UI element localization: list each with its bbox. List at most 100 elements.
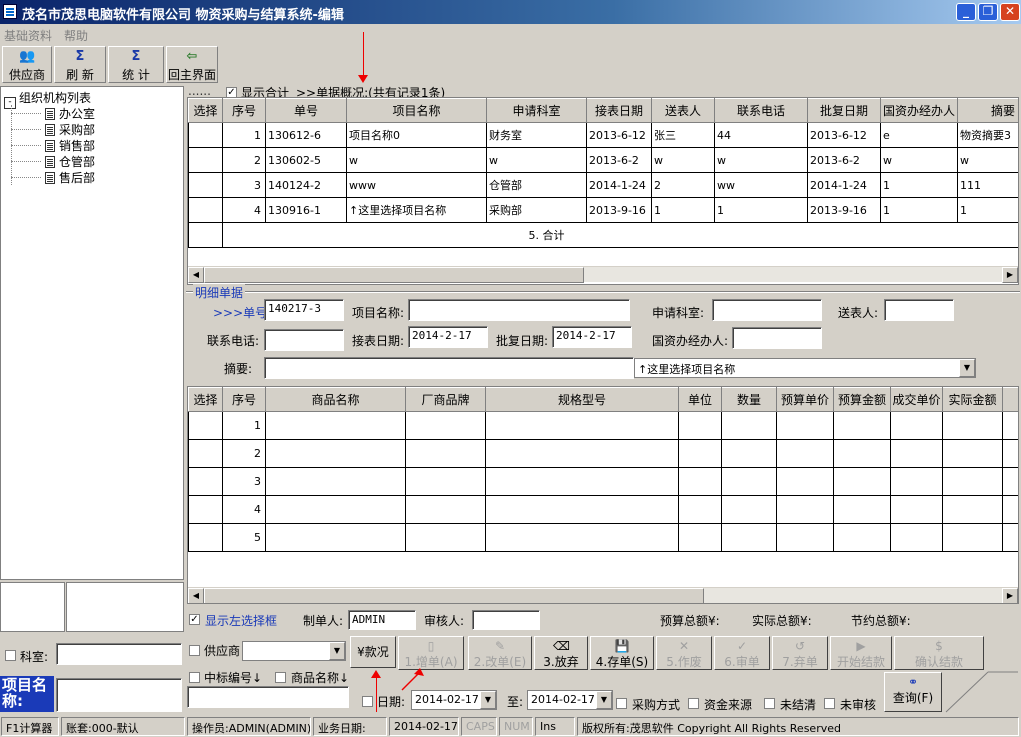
- items-col-header[interactable]: 成交单价: [890, 387, 943, 412]
- table-cell[interactable]: [265, 495, 406, 524]
- table-row[interactable]: 3: [188, 467, 1018, 496]
- summary-col-header[interactable]: 选择: [188, 98, 223, 123]
- void-button[interactable]: ✕ 5.作废: [656, 636, 712, 670]
- table-cell[interactable]: [833, 495, 891, 524]
- table-cell[interactable]: 44: [714, 122, 808, 148]
- unaudited-checkbox[interactable]: [824, 698, 835, 709]
- minimize-button[interactable]: _: [956, 3, 976, 21]
- table-cell[interactable]: [188, 197, 223, 223]
- table-cell[interactable]: [1002, 523, 1018, 552]
- table-cell[interactable]: ww: [714, 172, 808, 198]
- edit-bill-button[interactable]: ✎ 2.改单(E): [468, 636, 532, 670]
- items-hscroll[interactable]: ◀ ▶: [188, 587, 1018, 603]
- table-cell[interactable]: [405, 467, 486, 496]
- dept-filter-field[interactable]: [56, 643, 182, 665]
- table-row[interactable]: 4: [188, 495, 1018, 524]
- project-select[interactable]: ↑这里选择项目名称 ▼: [634, 358, 976, 378]
- keyword-field[interactable]: [187, 686, 349, 708]
- agent-field[interactable]: [732, 327, 822, 349]
- table-row[interactable]: 2: [188, 439, 1018, 468]
- items-col-header[interactable]: 商品名称: [265, 387, 406, 412]
- table-cell[interactable]: [776, 439, 834, 468]
- summary-col-header[interactable]: 批复日期: [807, 98, 881, 123]
- table-row[interactable]: 5: [188, 523, 1018, 552]
- table-cell[interactable]: 2013-9-16: [807, 197, 881, 223]
- menu-help[interactable]: 帮助: [64, 27, 88, 44]
- table-cell[interactable]: [721, 411, 777, 440]
- table-cell[interactable]: [188, 495, 223, 524]
- refresh-button[interactable]: Σ 刷 新: [54, 46, 106, 83]
- project-name-filter-field[interactable]: [56, 678, 182, 712]
- table-row[interactable]: 1: [188, 411, 1018, 440]
- table-cell[interactable]: 1: [222, 122, 266, 148]
- table-cell[interactable]: ↑这里选择项目名称: [346, 197, 487, 223]
- table-cell[interactable]: 项目名称0: [346, 122, 487, 148]
- tree-item-warehouse[interactable]: 仓管部: [45, 153, 95, 170]
- table-cell[interactable]: [485, 495, 679, 524]
- table-cell[interactable]: [1002, 411, 1018, 440]
- table-cell[interactable]: [776, 411, 834, 440]
- table-cell[interactable]: [405, 495, 486, 524]
- recv-date-field[interactable]: 2014-2-17: [408, 326, 488, 348]
- table-cell[interactable]: [776, 467, 834, 496]
- tree-item-office[interactable]: 办公室: [45, 105, 95, 122]
- table-cell[interactable]: 3: [222, 467, 266, 496]
- table-cell[interactable]: [721, 467, 777, 496]
- phone-field[interactable]: [264, 329, 344, 351]
- summary-col-header[interactable]: 单号: [265, 98, 347, 123]
- summary-field[interactable]: [264, 357, 634, 379]
- tree-item-aftersales[interactable]: 售后部: [45, 169, 95, 186]
- table-cell[interactable]: [188, 411, 223, 440]
- summary-hscroll[interactable]: ◀ ▶: [188, 266, 1018, 283]
- table-cell[interactable]: 1: [651, 197, 715, 223]
- menu-basic-data[interactable]: 基础资料: [4, 27, 52, 44]
- calculator-status[interactable]: F1计算器: [1, 717, 59, 736]
- stats-button[interactable]: Σ 统 计: [108, 46, 164, 83]
- table-cell[interactable]: [942, 439, 1003, 468]
- table-cell[interactable]: [942, 495, 1003, 524]
- table-cell[interactable]: [188, 523, 223, 552]
- start-settle-button[interactable]: ▶ 开始结款: [830, 636, 892, 670]
- summary-col-header[interactable]: 接表日期: [586, 98, 652, 123]
- items-col-header[interactable]: 单位: [678, 387, 722, 412]
- table-cell[interactable]: 2013-6-12: [807, 122, 881, 148]
- table-cell[interactable]: 2: [222, 147, 266, 173]
- table-cell[interactable]: 2: [651, 172, 715, 198]
- table-cell[interactable]: 1: [880, 197, 958, 223]
- table-cell[interactable]: www: [346, 172, 487, 198]
- table-cell[interactable]: [721, 523, 777, 552]
- summary-col-header[interactable]: 序号: [222, 98, 266, 123]
- discard-bill-button[interactable]: ↺ 7.弃单: [772, 636, 828, 670]
- table-cell[interactable]: 4: [222, 197, 266, 223]
- summary-col-header[interactable]: 送表人: [651, 98, 715, 123]
- maker-field[interactable]: ADMIN: [348, 610, 416, 630]
- unsettled-checkbox[interactable]: [764, 698, 775, 709]
- items-col-header[interactable]: 选择: [188, 387, 223, 412]
- table-cell[interactable]: [188, 467, 223, 496]
- date-checkbox[interactable]: [362, 696, 373, 707]
- summary-col-header[interactable]: 国资办经办人: [880, 98, 958, 123]
- table-cell[interactable]: [405, 411, 486, 440]
- table-cell[interactable]: [776, 523, 834, 552]
- table-cell[interactable]: 2013-6-2: [807, 147, 881, 173]
- date-to-picker[interactable]: 2014-02-17 ▼: [527, 690, 613, 710]
- summary-col-header[interactable]: 联系电话: [714, 98, 808, 123]
- table-cell[interactable]: [678, 411, 722, 440]
- items-col-header[interactable]: 数量: [721, 387, 777, 412]
- table-cell[interactable]: 2013-6-12: [586, 122, 652, 148]
- table-row[interactable]: 2 130602-5 w w 2013-6-2 w w 2013-6-2 w w: [188, 147, 1018, 173]
- table-cell[interactable]: w: [651, 147, 715, 173]
- table-cell[interactable]: 物资摘要3: [957, 122, 1018, 148]
- restore-button[interactable]: ❐: [978, 3, 998, 21]
- save-bill-button[interactable]: 💾 4.存单(S): [590, 636, 654, 670]
- supplier-checkbox[interactable]: [189, 645, 200, 656]
- items-col-header[interactable]: 实际金额: [942, 387, 1003, 412]
- table-cell[interactable]: 5: [222, 523, 266, 552]
- project-name-field[interactable]: [408, 299, 630, 321]
- query-button[interactable]: ⚭ 查询(F): [884, 672, 942, 712]
- bill-no-field[interactable]: 140217-3: [264, 299, 344, 321]
- payment-status-button[interactable]: ¥款况: [350, 636, 396, 668]
- table-cell[interactable]: 仓管部: [486, 172, 587, 198]
- scroll-thumb[interactable]: [204, 588, 704, 603]
- chevron-down-icon[interactable]: ▼: [596, 691, 612, 709]
